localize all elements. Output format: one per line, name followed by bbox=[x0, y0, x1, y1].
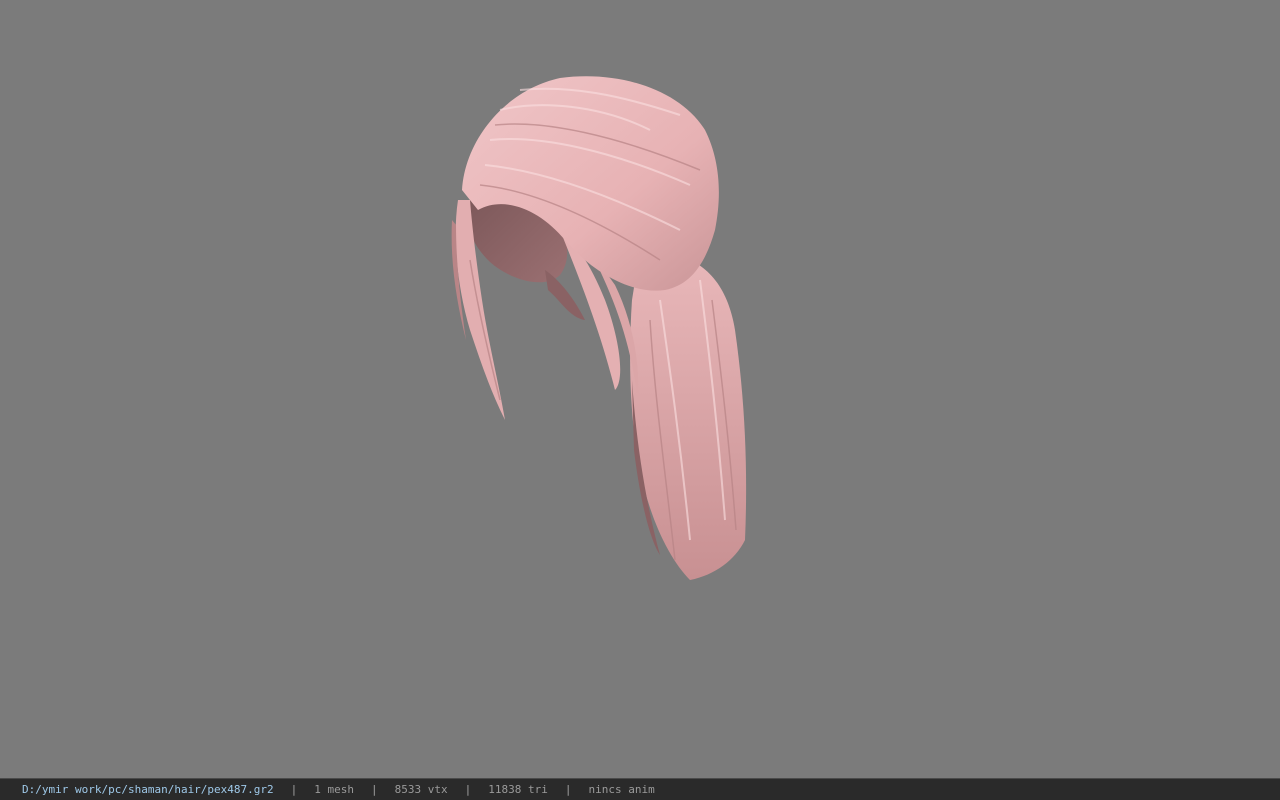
3d-viewport[interactable] bbox=[0, 0, 1280, 778]
animation-status: nincs anim bbox=[588, 783, 655, 796]
separator: | bbox=[290, 783, 298, 796]
separator: | bbox=[371, 783, 378, 796]
file-path: D:/ymir work/pc/shaman/hair/pex487.gr2 bbox=[22, 783, 274, 796]
triangle-count: 11838 tri bbox=[488, 783, 548, 796]
separator: | bbox=[464, 783, 472, 796]
hair-model-render bbox=[451, 76, 747, 580]
mesh-count: 1 mesh bbox=[314, 783, 355, 796]
status-bar: D:/ymir work/pc/shaman/hair/pex487.gr2 |… bbox=[0, 778, 1280, 800]
vertex-count: 8533 vtx bbox=[394, 783, 448, 796]
separator: | bbox=[564, 783, 572, 796]
